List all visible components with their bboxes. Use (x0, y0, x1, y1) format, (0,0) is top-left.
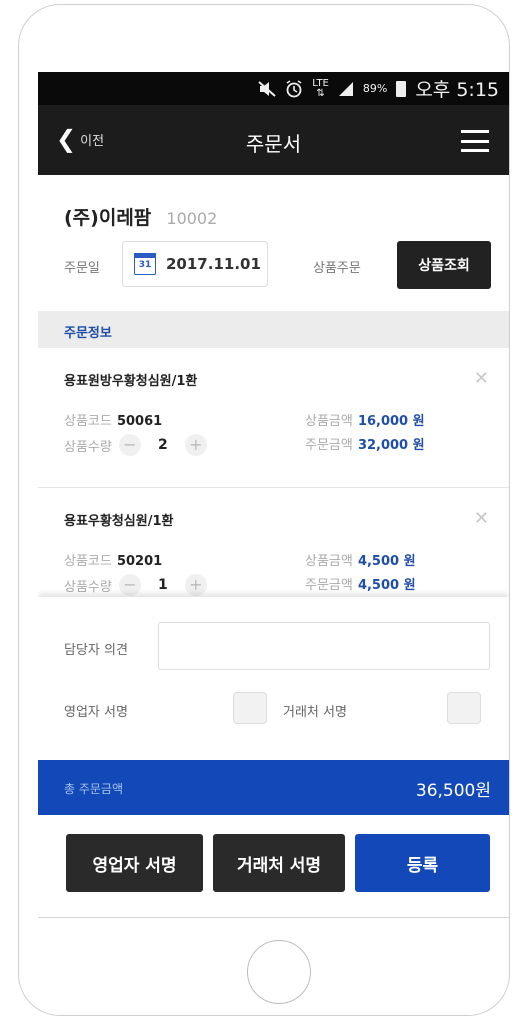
item-code: 50061 (116, 414, 163, 429)
mute-icon (258, 80, 276, 97)
item-code-label: 상품코드 (64, 554, 112, 569)
order-date-picker[interactable]: 31 2017.11.01 (122, 241, 268, 287)
qty-minus-button[interactable]: − (118, 434, 141, 456)
item-qty-label: 상품수량 (64, 439, 112, 455)
list-item: 용표우황청심원/1환 ✕ 상품코드 50201 상품수량 − 1 + 상품금액 … (38, 488, 509, 601)
item-qty-row: 상품수량 − 2 + (64, 434, 207, 456)
list-item: 용표원방우황청심원/1환 ✕ 상품코드 50061 상품수량 − 2 + 상품금… (38, 348, 509, 488)
home-button[interactable] (247, 940, 311, 1004)
close-icon[interactable]: ✕ (474, 508, 489, 529)
register-button[interactable]: 등록 (355, 834, 490, 892)
item-total-row: 주문금액 4,500 원 (305, 574, 416, 593)
client-sign-button[interactable]: 거래처 서명 (213, 834, 345, 892)
order-date-label: 주문일 (64, 261, 100, 276)
item-total: 32,000 원 (357, 438, 425, 453)
order-date-row: 주문일 31 2017.11.01 상품주문 상품조회 (38, 239, 509, 294)
item-code-row: 상품코드 50201 (64, 550, 162, 569)
item-price-row: 상품금액 4,500 원 (305, 550, 416, 569)
qty-plus-button[interactable]: + (184, 574, 207, 596)
item-name: 용표원방우황청심원/1환 (64, 374, 198, 389)
order-date-value: 2017.11.01 (166, 255, 261, 273)
signal-icon (338, 81, 354, 97)
item-code-label: 상품코드 (64, 414, 112, 429)
total-value: 36,500원 (415, 781, 491, 801)
battery-icon (396, 80, 407, 97)
product-search-button[interactable]: 상품조회 (397, 241, 491, 289)
item-code-row: 상품코드 50061 (64, 410, 162, 429)
order-form-panel: 담당자 의견 영업자 서명 거래처 서명 (38, 597, 509, 760)
battery-percent: 89% (362, 82, 388, 95)
customer-info: (주)이레팜 10002 (38, 175, 509, 239)
item-total: 4,500 원 (357, 578, 416, 593)
sales-sign-button[interactable]: 영업자 서명 (66, 834, 203, 892)
item-name: 용표우황청심원/1환 (64, 514, 174, 529)
item-qty: 1 (157, 577, 168, 593)
section-title: 주문정보 (38, 311, 509, 348)
app-screen: LTE ⇅ 89% 오후 5:15 ❮ 이전 주문서 (주)이레팜 10002 주… (38, 72, 509, 918)
opinion-input[interactable] (158, 622, 490, 670)
item-code: 50201 (116, 554, 163, 569)
item-price-label: 상품금액 (305, 414, 353, 429)
close-icon[interactable]: ✕ (474, 368, 489, 389)
item-qty-row: 상품수량 − 1 + (64, 574, 207, 596)
hamburger-menu-icon[interactable] (461, 130, 489, 152)
qty-plus-button[interactable]: + (184, 434, 207, 456)
item-price: 16,000 원 (357, 414, 425, 429)
sales-sign-label: 영업자 서명 (64, 705, 128, 720)
item-qty-label: 상품수량 (64, 579, 112, 595)
page-title: 주문서 (245, 132, 302, 156)
customer-code: 10002 (166, 209, 218, 228)
app-header: ❮ 이전 주문서 (38, 105, 509, 175)
item-total-label: 주문금액 (305, 438, 353, 453)
item-total-row: 주문금액 32,000 원 (305, 434, 425, 453)
customer-name: (주)이레팜 (64, 207, 152, 229)
client-sign-label: 거래처 서명 (283, 705, 347, 720)
calendar-icon: 31 (134, 253, 156, 275)
alarm-icon (285, 79, 303, 98)
network-icon: LTE ⇅ (312, 77, 329, 99)
sales-sign-checkbox[interactable] (233, 692, 267, 724)
total-label: 총 주문금액 (64, 782, 124, 796)
clock: 오후 5:15 (415, 79, 499, 101)
item-price: 4,500 원 (357, 554, 416, 569)
total-bar: 총 주문금액 36,500원 (38, 760, 509, 815)
product-order-label: 상품주문 (313, 261, 361, 276)
order-item-list[interactable]: 용표원방우황청심원/1환 ✕ 상품코드 50061 상품수량 − 2 + 상품금… (38, 348, 509, 601)
item-price-label: 상품금액 (305, 554, 353, 569)
status-bar: LTE ⇅ 89% 오후 5:15 (38, 72, 509, 105)
item-total-label: 주문금액 (305, 578, 353, 593)
opinion-label: 담당자 의견 (64, 643, 128, 658)
qty-minus-button[interactable]: − (118, 574, 141, 596)
action-bar: 영업자 서명 거래처 서명 등록 (38, 815, 509, 917)
client-sign-checkbox[interactable] (447, 692, 481, 724)
item-qty: 2 (157, 437, 168, 453)
item-price-row: 상품금액 16,000 원 (305, 410, 425, 429)
